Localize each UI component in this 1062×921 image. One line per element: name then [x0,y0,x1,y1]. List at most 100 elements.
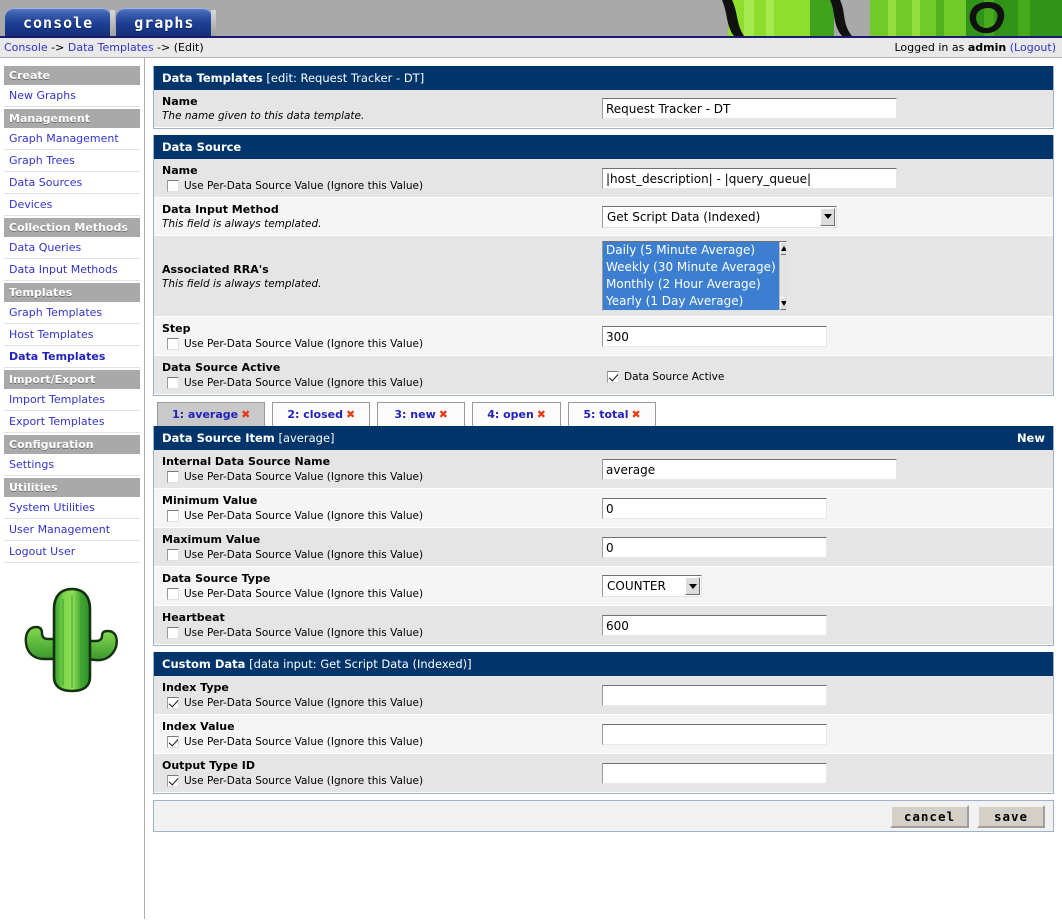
checkbox-box[interactable] [167,510,179,522]
use-per-data-source-value-checkbox[interactable]: Use Per-Data Source Value (Ignore this V… [162,736,602,748]
scroll-up-icon[interactable] [779,242,786,255]
checkbox-box[interactable] [167,697,179,709]
sidebar-item-graph-management[interactable]: Graph Management [4,128,140,150]
cancel-button[interactable]: cancel [889,804,969,828]
item-tab-5-total[interactable]: 5: total ✖ [568,402,657,426]
sidebar-item-logout-user[interactable]: Logout User [4,541,140,563]
checkbox-box[interactable] [167,736,179,748]
text-input[interactable]: Request Tracker - DT [602,98,897,119]
listbox-option[interactable]: Weekly (30 Minute Average) [603,259,779,276]
new-data-source-item-link[interactable]: New [1017,431,1045,445]
breadcrumb-current: (Edit) [173,41,204,54]
use-per-data-source-value-checkbox[interactable]: Use Per-Data Source Value (Ignore this V… [162,549,602,561]
use-per-data-source-value-checkbox[interactable]: Use Per-Data Source Value (Ignore this V… [162,627,602,639]
checkbox-box[interactable] [607,370,619,383]
use-per-data-source-value-checkbox[interactable]: Use Per-Data Source Value (Ignore this V… [162,510,602,522]
text-input[interactable]: 300 [602,325,827,347]
sidebar-item-data-input-methods[interactable]: Data Input Methods [4,259,140,281]
sidebar-item-data-queries[interactable]: Data Queries [4,237,140,259]
field-hint: This field is always templated. [162,218,322,230]
select-dropdown[interactable]: Get Script Data (Indexed) [602,205,837,228]
checkbox-label: Use Per-Data Source Value (Ignore this V… [184,736,424,748]
item-tab-2-closed[interactable]: 2: closed ✖ [272,402,371,426]
item-tab-1-average[interactable]: 1: average ✖ [157,402,266,426]
text-input[interactable]: 600 [602,614,827,636]
panel-data-source-item-title: Data Source Item [162,431,275,445]
chevron-down-icon[interactable] [685,577,700,595]
checkbox-box[interactable] [167,775,179,787]
checkbox-box[interactable] [167,549,179,561]
save-button[interactable]: save [977,804,1045,828]
form-row-label-cell: Name The name given to this data template… [162,95,602,122]
item-tab-3-new[interactable]: 3: new ✖ [377,402,466,426]
sidebar-group-header: Management [4,109,140,128]
text-input[interactable]: 0 [602,536,827,558]
checkbox-box[interactable] [167,588,179,600]
data-source-active-checkbox[interactable]: Data Source Active [602,370,724,383]
breadcrumb-bar: Console -> Data Templates -> (Edit) Logg… [0,38,1062,58]
tab-graphs[interactable]: graphs [116,8,217,36]
checkbox-box[interactable] [167,471,179,483]
listbox-option[interactable]: Yearly (1 Day Average) [603,293,779,310]
breadcrumb-console[interactable]: Console [4,41,48,54]
form-row-label-cell: Minimum Value Use Per-Data Source Value (… [162,494,602,522]
sidebar-item-import-templates[interactable]: Import Templates [4,389,140,411]
listbox-option[interactable]: Daily (5 Minute Average) [603,242,779,259]
text-input[interactable] [602,762,827,784]
text-input[interactable]: average [602,458,897,480]
checkbox-box[interactable] [167,338,179,350]
use-per-data-source-value-checkbox[interactable]: Use Per-Data Source Value (Ignore this V… [162,471,602,483]
sidebar-item-new-graphs[interactable]: New Graphs [4,85,140,107]
checkbox-label: Use Per-Data Source Value (Ignore this V… [184,510,424,522]
remove-item-icon[interactable]: ✖ [346,408,355,421]
use-per-data-source-value-checkbox[interactable]: Use Per-Data Source Value (Ignore this V… [162,338,602,350]
checkbox-box[interactable] [167,627,179,639]
form-row: Index Type Use Per-Data Source Value (Ign… [154,676,1053,715]
text-input[interactable]: |host_description| - |query_queue| [602,167,897,189]
data-source-item-tabs: 1: average ✖ 2: closed ✖ 3: new ✖ 4: open ✖ 5: t… [153,402,1054,426]
text-input[interactable]: 0 [602,497,827,519]
main-content: Data Templates [edit: Request Tracker - … [145,58,1062,919]
form-row-control-cell: 0 [602,536,1053,558]
use-per-data-source-value-checkbox[interactable]: Use Per-Data Source Value (Ignore this V… [162,775,602,787]
tab-console[interactable]: console [5,8,116,36]
remove-item-icon[interactable]: ✖ [241,408,250,421]
listbox-option[interactable]: Monthly (2 Hour Average) [603,276,779,293]
sidebar-item-settings[interactable]: Settings [4,454,140,476]
remove-item-icon[interactable]: ✖ [631,408,640,421]
checkbox-box[interactable] [167,377,179,389]
checkbox-box[interactable] [167,180,179,192]
scroll-down-icon[interactable] [779,297,786,310]
form-row: Data Source Type Use Per-Data Source Valu… [154,567,1053,606]
item-tab-4-open[interactable]: 4: open ✖ [472,402,562,426]
remove-item-icon[interactable]: ✖ [439,408,448,421]
select-dropdown[interactable]: COUNTER [602,575,702,597]
sidebar-item-data-templates[interactable]: Data Templates [4,346,140,368]
text-input[interactable] [602,684,827,706]
form-row: Associated RRA's This field is always tem… [154,236,1053,317]
use-per-data-source-value-checkbox[interactable]: Use Per-Data Source Value (Ignore this V… [162,180,602,192]
form-row-label-cell: Name Use Per-Data Source Value (Ignore th… [162,164,602,192]
form-row-label-cell: Data Input Method This field is always te… [162,203,602,230]
sidebar-item-devices[interactable]: Devices [4,194,140,216]
sidebar-item-system-utilities[interactable]: System Utilities [4,497,140,519]
associated-rras-listbox[interactable]: Daily (5 Minute Average) Weekly (30 Minut… [602,241,787,311]
panel-custom-data-rows: Index Type Use Per-Data Source Value (Ign… [154,676,1053,793]
text-input[interactable] [602,723,827,745]
sidebar-item-user-management[interactable]: User Management [4,519,140,541]
breadcrumb-data-templates[interactable]: Data Templates [68,41,154,54]
use-per-data-source-value-checkbox[interactable]: Use Per-Data Source Value (Ignore this V… [162,697,602,709]
chevron-down-icon[interactable] [820,207,835,226]
sidebar-item-host-templates[interactable]: Host Templates [4,324,140,346]
sidebar-item-export-templates[interactable]: Export Templates [4,411,140,433]
use-per-data-source-value-checkbox[interactable]: Use Per-Data Source Value (Ignore this V… [162,377,602,389]
sidebar-item-graph-templates[interactable]: Graph Templates [4,302,140,324]
logout-link[interactable]: (Logout) [1010,41,1056,54]
sidebar-item-data-sources[interactable]: Data Sources [4,172,140,194]
checkbox-label: Use Per-Data Source Value (Ignore this V… [184,588,424,600]
form-row: Name The name given to this data template… [154,90,1053,128]
listbox-scrollbar[interactable] [778,242,786,310]
sidebar-item-graph-trees[interactable]: Graph Trees [4,150,140,172]
remove-item-icon[interactable]: ✖ [537,408,546,421]
use-per-data-source-value-checkbox[interactable]: Use Per-Data Source Value (Ignore this V… [162,588,602,600]
